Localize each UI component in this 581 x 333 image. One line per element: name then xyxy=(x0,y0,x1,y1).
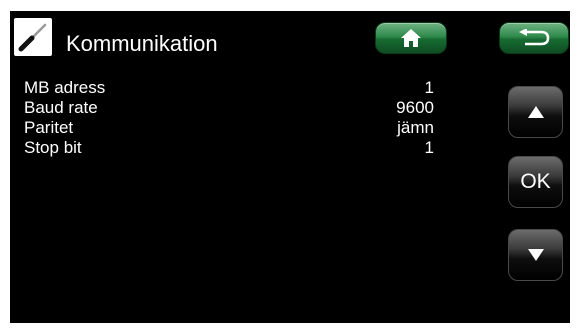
back-button[interactable] xyxy=(499,22,569,54)
page-title: Kommunikation xyxy=(66,31,218,56)
ok-button[interactable]: OK xyxy=(508,156,563,208)
triangle-up-icon xyxy=(527,106,544,118)
setting-row-mb-address[interactable]: MB adress 1 xyxy=(24,78,434,98)
setting-row-baud-rate[interactable]: Baud rate 9600 xyxy=(24,98,434,118)
down-button[interactable] xyxy=(508,229,563,281)
setting-label: Baud rate xyxy=(24,98,98,117)
home-icon xyxy=(401,29,421,47)
home-button[interactable] xyxy=(375,22,447,54)
setting-row-parity[interactable]: Paritet jämn xyxy=(24,118,434,138)
screwdriver-icon xyxy=(14,18,52,56)
setting-row-stop-bit[interactable]: Stop bit 1 xyxy=(24,138,434,158)
up-button[interactable] xyxy=(508,86,563,138)
setting-value: 9600 xyxy=(396,98,434,117)
setting-value: 1 xyxy=(424,138,434,157)
setting-label: Paritet xyxy=(24,118,74,137)
ok-label: OK xyxy=(520,170,551,193)
setting-value: 1 xyxy=(424,78,434,97)
settings-list: MB adress 1 Baud rate 9600 Paritet jämn … xyxy=(24,78,434,158)
triangle-down-icon xyxy=(527,249,544,261)
setting-value: jämn xyxy=(397,118,434,137)
setting-label: Stop bit xyxy=(24,138,82,157)
back-arrow-icon xyxy=(519,29,550,46)
setting-label: MB adress xyxy=(24,78,106,97)
display-screen: Kommunikation MB adress 1 Baud rate 9600… xyxy=(10,11,570,323)
